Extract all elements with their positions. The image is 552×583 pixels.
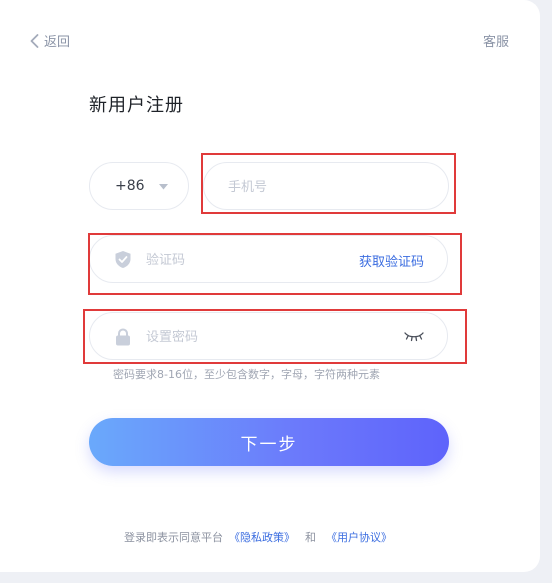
next-step-button[interactable]: 下一步 <box>89 418 449 466</box>
back-label: 返回 <box>44 35 71 50</box>
agreement-text: 登录即表示同意平台 《隐私政策》和《用户协议》 <box>124 529 392 545</box>
privacy-policy-link[interactable]: 《隐私政策》 <box>229 531 295 544</box>
shield-check-icon <box>115 251 131 268</box>
caret-down-icon <box>159 184 168 190</box>
verify-code-input[interactable] <box>144 236 328 284</box>
back-button[interactable]: 返回 <box>30 31 70 50</box>
country-code-value: +86 <box>115 178 145 194</box>
phone-field[interactable] <box>203 162 449 211</box>
password-field[interactable] <box>89 312 448 361</box>
eye-closed-icon[interactable] <box>404 331 424 343</box>
country-code-select[interactable]: +86 <box>89 162 189 210</box>
customer-service-link[interactable]: 客服 <box>483 31 509 50</box>
phone-input[interactable] <box>226 163 430 211</box>
user-agreement-link[interactable]: 《用户协议》 <box>326 531 392 544</box>
chevron-left-icon <box>30 33 39 48</box>
verify-code-field[interactable]: 获取验证码 <box>89 235 448 284</box>
page-title: 新用户注册 <box>89 95 184 116</box>
get-code-button[interactable]: 获取验证码 <box>359 251 424 270</box>
agreement-and: 和 <box>305 531 316 544</box>
agreement-prefix: 登录即表示同意平台 <box>124 531 223 544</box>
register-card: 返回 客服 新用户注册 +86 获取验证码 密码要求8-16位，至少包含数字，字… <box>0 0 540 572</box>
password-input[interactable] <box>144 313 368 361</box>
lock-icon <box>116 328 130 346</box>
password-hint: 密码要求8-16位，至少包含数字，字母，字符两种元素 <box>113 368 380 381</box>
